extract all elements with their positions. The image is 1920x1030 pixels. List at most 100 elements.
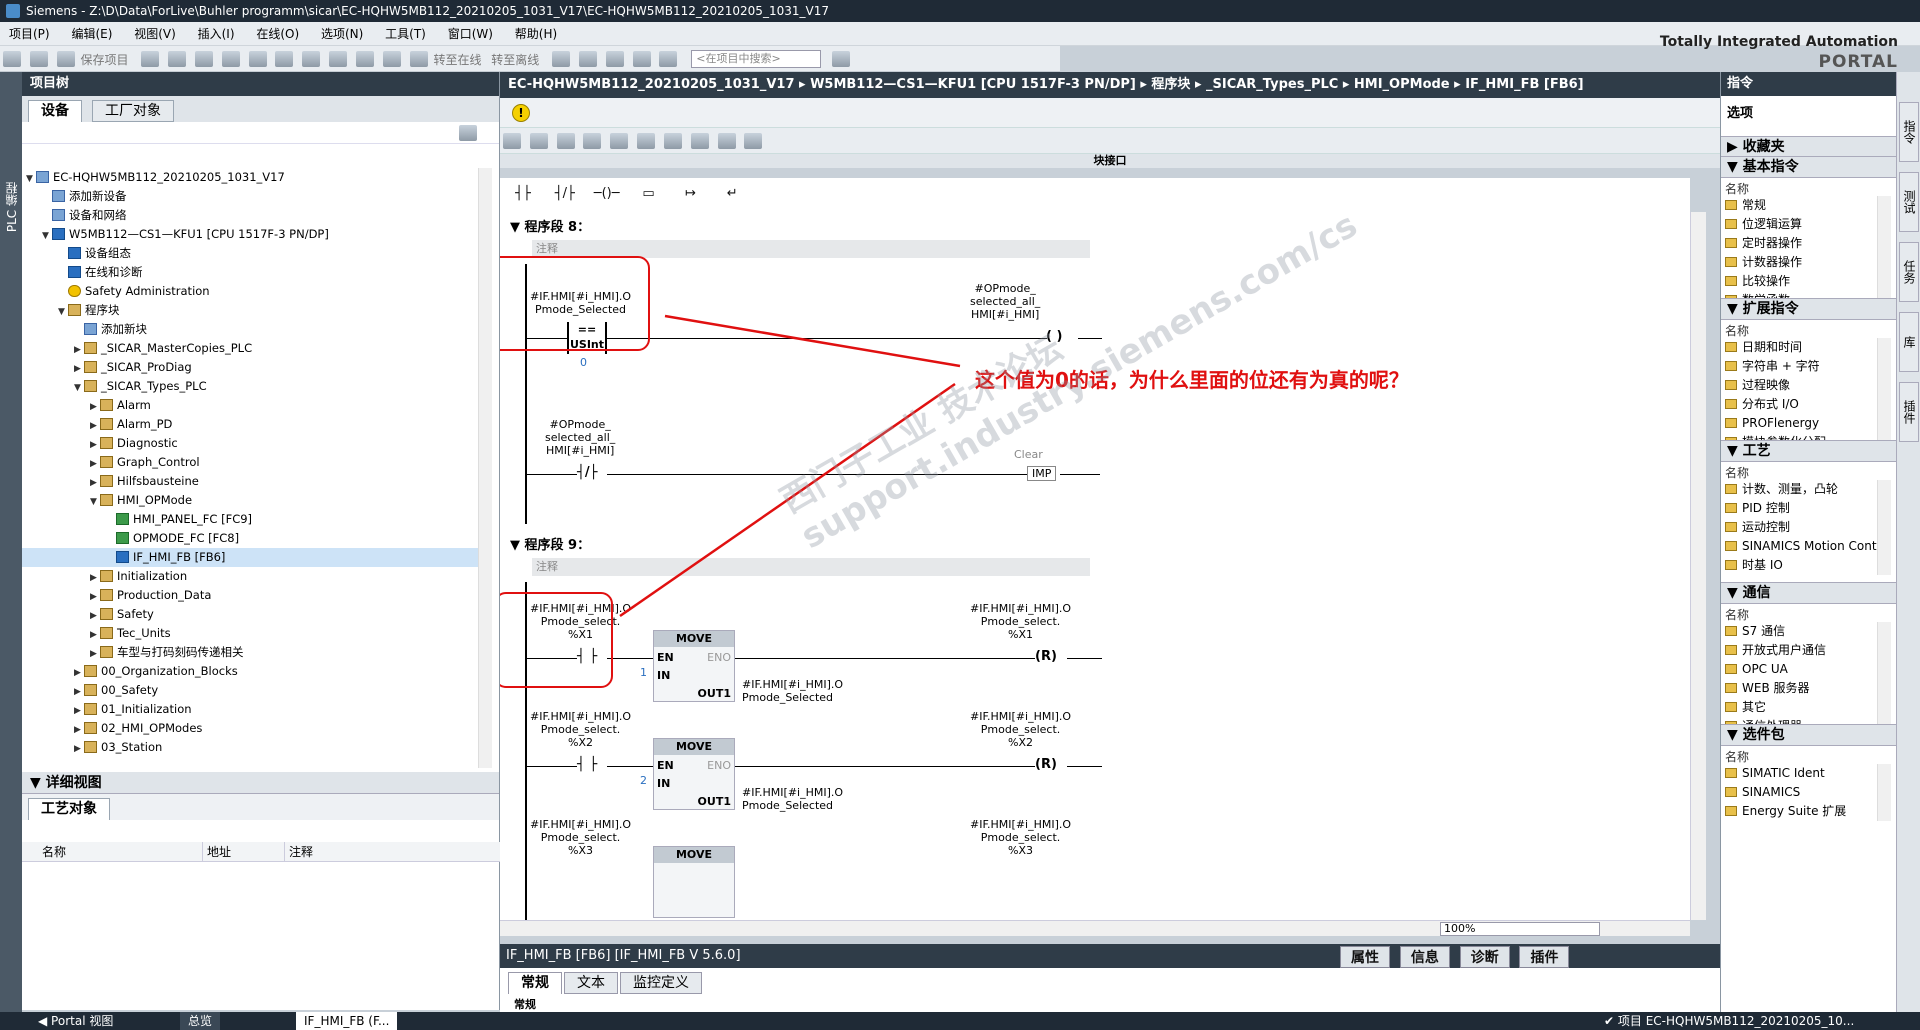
instruction-section-header[interactable]: ▶ 收藏夹 — [1721, 136, 1897, 158]
tree-node[interactable]: ▶ Diagnostic — [90, 434, 178, 453]
editor-vertical-scrollbar[interactable] — [1690, 212, 1706, 920]
column-comment[interactable]: 注释 — [284, 842, 313, 862]
call-icon[interactable] — [744, 133, 763, 149]
menu-project[interactable]: 项目(P) — [0, 22, 59, 46]
simulation-icon[interactable] — [409, 51, 428, 67]
tree-node[interactable]: ▶ Alarm — [90, 396, 151, 415]
search-icon[interactable] — [832, 51, 851, 67]
nc-contact-icon[interactable]: ┤/├ — [550, 184, 580, 204]
close-networks-icon[interactable] — [583, 133, 602, 149]
tab-info[interactable]: 信息 — [1399, 946, 1450, 968]
block-interface-bar[interactable]: 块接口 — [500, 154, 1720, 168]
collapsed-icon[interactable]: ▶ — [74, 740, 84, 759]
instruction-folder[interactable]: 位逻辑运算 — [1725, 215, 1802, 234]
tree-node[interactable]: ▶ 01_Initialization — [74, 700, 192, 719]
vtab-libraries[interactable]: 库 — [1899, 312, 1919, 372]
instruction-section-header[interactable]: ▼ 基本指令 — [1721, 156, 1897, 178]
instruction-folder[interactable]: 其它 — [1725, 698, 1766, 717]
instruction-folder[interactable]: SINAMICS Motion Contr... — [1725, 537, 1892, 556]
vtab-tasks[interactable]: 任务 — [1899, 242, 1919, 302]
expanded-icon[interactable]: ▼ — [26, 170, 36, 189]
tree-node[interactable]: ▶ Hilfsbausteine — [90, 472, 199, 491]
instruction-folder[interactable]: 时基 IO — [1725, 556, 1783, 575]
jump-icon[interactable] — [717, 133, 736, 149]
instruction-folder[interactable]: 字符串 + 字符 — [1725, 357, 1820, 376]
tree-node[interactable]: 添加新设备 — [42, 187, 127, 206]
menu-help[interactable]: 帮助(H) — [506, 22, 566, 46]
expanded-icon[interactable]: ▼ — [74, 379, 84, 398]
open-networks-icon[interactable] — [556, 133, 575, 149]
instruction-folder[interactable]: OPC UA — [1725, 660, 1788, 679]
instruction-section-header[interactable]: ▼ 工艺 — [1721, 440, 1897, 462]
upload-icon[interactable] — [382, 51, 401, 67]
subtab-texts[interactable]: 文本 — [564, 972, 618, 994]
tree-node[interactable]: ▶ _SICAR_MasterCopies_PLC — [74, 339, 252, 358]
instruction-folder[interactable]: 常规 — [1725, 196, 1766, 215]
instruction-section-scrollbar[interactable] — [1877, 338, 1891, 452]
cut-icon[interactable] — [168, 51, 187, 67]
paste-icon[interactable] — [221, 51, 240, 67]
instruction-section-scrollbar[interactable] — [1877, 196, 1891, 310]
menu-view[interactable]: 视图(V) — [125, 22, 185, 46]
instruction-folder[interactable]: 定时器操作 — [1725, 234, 1802, 253]
tree-node[interactable]: 在线和诊断 — [58, 263, 143, 282]
expanded-icon[interactable]: ▼ — [1727, 443, 1743, 459]
column-address[interactable]: 地址 — [202, 842, 231, 862]
start-cpu-icon[interactable] — [578, 51, 597, 67]
coil-icon[interactable]: ─()─ — [592, 184, 622, 204]
tree-node[interactable]: ▶ Safety — [90, 605, 154, 624]
instruction-folder[interactable]: WEB 服务器 — [1725, 679, 1810, 698]
redo-icon[interactable] — [302, 51, 321, 67]
favorites-icon[interactable] — [637, 133, 656, 149]
tree-view-icon[interactable] — [459, 125, 477, 141]
instruction-section-scrollbar[interactable] — [1877, 764, 1891, 821]
tree-node[interactable]: ▶ Alarm_PD — [90, 415, 172, 434]
monitoring-icon[interactable] — [690, 133, 709, 149]
expanded-icon[interactable]: ▼ — [42, 227, 52, 246]
tree-node[interactable]: ▼ 程序块 — [58, 301, 120, 320]
tree-node[interactable]: ▶ Initialization — [90, 567, 187, 586]
accessible-devices-icon[interactable] — [552, 51, 571, 67]
menu-online[interactable]: 在线(O) — [247, 22, 308, 46]
no-contact-icon[interactable]: ┤├ — [508, 184, 538, 204]
general-section-label[interactable]: 常规 — [514, 996, 536, 1012]
instruction-folder[interactable]: SINAMICS — [1725, 783, 1800, 802]
instruction-section-scrollbar[interactable] — [1877, 622, 1891, 736]
instruction-section-header[interactable]: ▼ 选件包 — [1721, 724, 1897, 746]
new-project-icon[interactable] — [3, 51, 21, 67]
vtab-testing[interactable]: 测试 — [1899, 172, 1919, 232]
portal-view-button[interactable]: ◀ Portal 视图 — [30, 1012, 121, 1030]
overview-tab[interactable]: 总览 — [180, 1012, 221, 1030]
instruction-section-header[interactable]: ▼ 扩展指令 — [1721, 298, 1897, 320]
expanded-icon[interactable]: ▼ — [90, 493, 100, 512]
stop-cpu-icon[interactable] — [605, 51, 624, 67]
absolute-operands-icon[interactable] — [610, 133, 629, 149]
plc-programming-label[interactable]: PLC 编程 — [3, 182, 20, 232]
tab-plant-objects[interactable]: 工厂对象 — [92, 100, 174, 122]
go-offline-button[interactable]: 转至离线 — [491, 51, 539, 68]
go-online-button[interactable]: 转至在线 — [433, 51, 481, 68]
open-branch-icon[interactable]: ↦ — [675, 184, 705, 204]
close-branch-icon[interactable]: ↵ — [717, 184, 747, 204]
editor-horizontal-scrollbar[interactable]: 100% — [500, 920, 1690, 936]
project-search-input[interactable]: <在项目中搜索> — [691, 50, 822, 68]
detail-view-header[interactable]: ▼ 详细视图 — [22, 772, 499, 794]
print-icon[interactable] — [141, 51, 160, 67]
tab-plugins[interactable]: 插件 — [1519, 946, 1570, 968]
instruction-folder[interactable]: 过程映像 — [1725, 376, 1790, 395]
instruction-folder[interactable]: 计数、测量，凸轮 — [1725, 480, 1838, 499]
instruction-section-scrollbar[interactable] — [1877, 480, 1891, 575]
menu-options[interactable]: 选项(N) — [312, 22, 372, 46]
subtab-supervisions[interactable]: 监控定义 — [620, 972, 702, 994]
tree-node[interactable]: HMI_PANEL_FC [FC9] — [106, 510, 252, 529]
split-vertical-icon[interactable] — [659, 51, 678, 67]
instruction-folder[interactable]: Energy Suite 扩展 — [1725, 802, 1846, 821]
insert-network-icon[interactable] — [503, 133, 521, 149]
tree-node[interactable]: OPMODE_FC [FC8] — [106, 529, 239, 548]
tree-node[interactable]: ▶ Graph_Control — [90, 453, 200, 472]
tree-node[interactable]: 设备和网络 — [42, 206, 127, 225]
delete-network-icon[interactable] — [529, 133, 548, 149]
save-project-button[interactable]: 保存项目 — [80, 51, 128, 68]
tab-properties[interactable]: 属性 — [1340, 946, 1390, 968]
save-icon[interactable] — [56, 51, 75, 67]
